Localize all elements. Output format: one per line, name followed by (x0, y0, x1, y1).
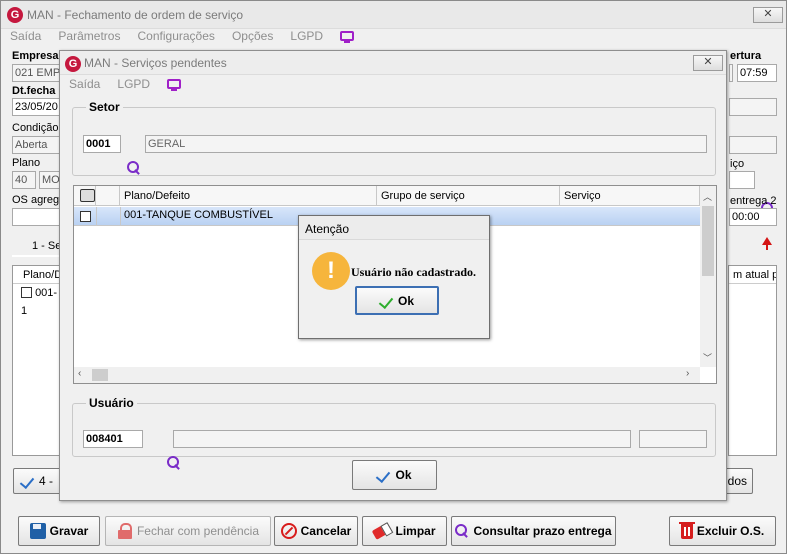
servicos-ok-button[interactable]: Ok (352, 460, 437, 490)
servico-field[interactable] (729, 171, 755, 189)
servicos-menubar: Saída LGPD (69, 77, 195, 93)
eraser-icon (372, 522, 393, 540)
atencao-ok-button[interactable]: Ok (355, 286, 439, 315)
main-list-item[interactable]: 001-1 (13, 284, 61, 320)
row-checkbox[interactable] (80, 211, 91, 222)
usuario-code-field[interactable]: 008401 (83, 430, 143, 448)
main-titlebar: G MAN - Fechamento de ordem de serviço ✕ (1, 1, 786, 29)
usuario-name-field (173, 430, 631, 448)
floppy-icon (29, 523, 46, 539)
grid-horizontal-scrollbar[interactable]: ‹ › (74, 367, 700, 383)
grid-header: Plano/Defeito Grupo de serviço Serviço (74, 186, 716, 206)
servicos-menu-saida[interactable]: Saída (69, 77, 100, 91)
tab-servicos[interactable]: 1 - Se (12, 237, 64, 257)
servicos-close-button[interactable]: ✕ (693, 55, 723, 71)
limpar-button[interactable]: Limpar (362, 516, 447, 546)
main-right-list-header: m atual pl (729, 266, 776, 284)
condicao-label: Condição (12, 122, 59, 134)
main-list-header: Plano/D (13, 266, 62, 284)
menu-opcoes[interactable]: Opções (232, 29, 273, 43)
setor-code-field[interactable]: 0001 (83, 135, 121, 153)
check-icon (21, 475, 35, 487)
scroll-left-icon[interactable]: ‹ (78, 368, 81, 379)
scroll-up-icon[interactable]: ︿ (703, 190, 712, 203)
servicos-window-title: MAN - Serviços pendentes (84, 56, 227, 70)
abertura-date-field[interactable] (729, 64, 733, 82)
cancelar-button[interactable]: Cancelar (274, 516, 358, 546)
menu-parametros[interactable]: Parâmetros (58, 29, 120, 43)
main-4-button[interactable]: 4 - (13, 468, 61, 494)
abertura-time-field[interactable]: 07:59 (737, 64, 777, 82)
gravar-button[interactable]: Gravar (18, 516, 100, 546)
empresa-label: Empresa (12, 50, 59, 62)
search-setor-icon[interactable] (127, 161, 141, 175)
main-menubar: Saída Parâmetros Configurações Opções LG… (10, 29, 368, 45)
plano-code-field[interactable]: 40 (12, 171, 36, 189)
trash-icon (678, 521, 695, 539)
check-icon (377, 469, 391, 481)
servicos-titlebar: G MAN - Serviços pendentes ✕ (60, 51, 726, 75)
search-icon (455, 524, 469, 538)
excluir-os-button[interactable]: Excluir O.S. (669, 516, 776, 546)
main-window-title: MAN - Fechamento de ordem de serviço (27, 8, 244, 22)
fechar-pendencia-button[interactable]: Fechar com pendência (105, 516, 271, 546)
entrega-field[interactable]: 00:00 (729, 208, 777, 226)
main-service-list: Plano/D 001-1 (12, 265, 62, 456)
atencao-dialog: Atenção ! Usuário não cadastrado. Ok (298, 215, 490, 339)
menu-saida[interactable]: Saída (10, 29, 41, 43)
cancel-icon (280, 523, 297, 539)
scroll-thumb[interactable] (702, 206, 714, 276)
row-divider (120, 207, 121, 226)
check-icon (380, 295, 394, 307)
usuario-extra-field (639, 430, 707, 448)
atencao-title: Atenção (305, 222, 350, 236)
print-icon[interactable] (80, 189, 95, 202)
search-usuario-icon[interactable] (167, 456, 181, 470)
row-divider (96, 207, 97, 226)
dtfecha-field[interactable]: 23/05/20 (12, 98, 64, 116)
print-icon-col[interactable] (74, 186, 96, 206)
entrega-label: entrega 2 (730, 195, 777, 207)
dtfecha-right-field[interactable] (729, 98, 777, 116)
condicao-field[interactable]: Aberta (12, 136, 64, 154)
col-grupo-servico[interactable]: Grupo de serviço (377, 186, 560, 206)
main-right-list: m atual pl (728, 265, 777, 456)
col-plano-defeito[interactable]: Plano/Defeito (120, 186, 377, 206)
red-arrow-icon[interactable] (762, 237, 772, 250)
menu-configuracoes[interactable]: Configurações (138, 29, 215, 43)
setor-group-title: Setor (86, 100, 123, 114)
empresa-field[interactable]: 021 EMP (12, 64, 64, 82)
scroll-down-icon[interactable]: ﹀ (703, 351, 712, 364)
dtfecha-label: Dt.fecha (12, 85, 56, 97)
servicos-menu-lgpd[interactable]: LGPD (117, 77, 150, 91)
col-servico[interactable]: Serviço (560, 186, 700, 206)
main-close-button[interactable]: ✕ (753, 7, 783, 23)
menu-lgpd[interactable]: LGPD (290, 29, 323, 43)
row-plano-defeito: 001-TANQUE COMBUSTÍVEL (124, 209, 273, 221)
atencao-titlebar: Atenção (299, 216, 489, 240)
os-agregada-field[interactable] (12, 208, 64, 226)
consultar-prazo-button[interactable]: Consultar prazo entrega (451, 516, 616, 546)
servicos-tv-icon[interactable] (167, 79, 182, 91)
atencao-message: Usuário não cadastrado. (351, 265, 477, 279)
warning-icon: ! (312, 252, 350, 290)
scroll-right-icon[interactable]: › (686, 368, 689, 379)
grid-check-col (96, 186, 120, 206)
setor-name-field: GERAL (145, 135, 707, 153)
tv-icon[interactable] (340, 31, 355, 43)
servicos-logo-icon: G (65, 56, 81, 72)
servico-label: iço (730, 158, 745, 170)
app-logo-icon: G (7, 7, 23, 23)
condicao-right-field[interactable] (729, 136, 777, 154)
abertura-label: ertura (730, 50, 762, 62)
os-agregada-label: OS agrega (12, 194, 66, 206)
plano-label: Plano (12, 157, 41, 169)
usuario-group-title: Usuário (86, 396, 137, 410)
grid-vertical-scrollbar[interactable]: ︿ ﹀ (700, 186, 716, 367)
scroll-h-thumb[interactable] (92, 369, 108, 381)
main-list-checkbox[interactable] (21, 287, 32, 298)
lock-icon (117, 523, 133, 539)
